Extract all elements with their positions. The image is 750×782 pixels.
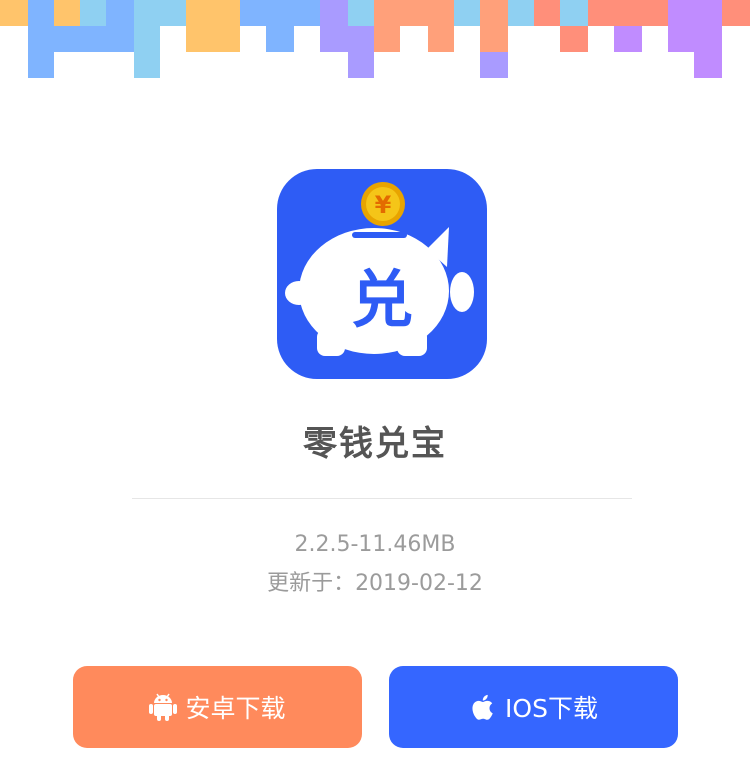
app-icon: ¥ 兑 bbox=[277, 169, 487, 379]
coin-symbol: ¥ bbox=[375, 191, 392, 219]
android-download-button[interactable]: 安卓下载 bbox=[73, 666, 362, 748]
android-icon bbox=[149, 692, 178, 722]
coin-icon: ¥ bbox=[361, 182, 405, 226]
apple-icon bbox=[469, 692, 497, 722]
divider bbox=[132, 498, 632, 499]
update-date: 更新于：2019-02-12 bbox=[267, 571, 483, 596]
decorative-banner bbox=[0, 0, 750, 78]
android-download-label: 安卓下载 bbox=[185, 694, 286, 723]
ios-download-button[interactable]: IOS下载 bbox=[389, 666, 678, 748]
app-icon-glyph: 兑 bbox=[351, 263, 413, 336]
version-size: 2.2.5-11.46MB bbox=[294, 532, 456, 557]
ios-download-label: IOS下载 bbox=[505, 694, 598, 723]
app-name: 零钱兑宝 bbox=[303, 424, 447, 464]
